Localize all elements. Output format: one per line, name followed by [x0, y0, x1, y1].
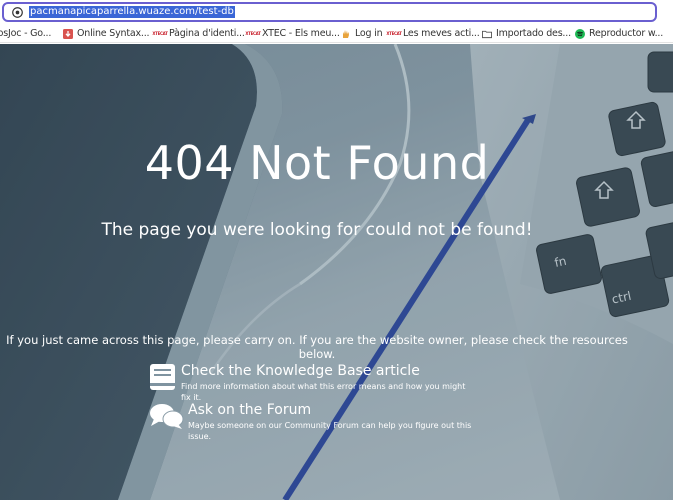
bookmark-item[interactable]: XTE CAT Pàgina d'identi... — [152, 26, 245, 41]
bookmark-item[interactable]: Reproductor w... — [575, 26, 663, 41]
bookmark-item[interactable]: XTE CAT XTEC - Els meu... — [245, 26, 340, 41]
bookmark-label: Pàgina d'identi... — [169, 28, 245, 39]
bookmark-item[interactable]: eosJoc - Go... — [0, 26, 51, 41]
forum-link[interactable]: Ask on the Forum — [188, 402, 478, 419]
url-text[interactable]: pacmanapicaparrella.wuaze.com/test-db — [29, 6, 235, 18]
resource-knowledge-base: Check the Knowledge Base article Find mo… — [149, 363, 471, 403]
bookmark-label: XTEC - Els meu... — [262, 28, 340, 39]
bookmark-item[interactable]: Online Syntax... — [63, 26, 150, 41]
spotify-icon — [575, 28, 585, 39]
page-subtitle: The page you were looking for could not … — [101, 220, 533, 240]
bookmark-label: Reproductor w... — [589, 28, 664, 39]
error-page: fn ctrl 404 Not Found The page you were … — [0, 44, 673, 500]
xtec-badge-icon: XTE CAT — [152, 31, 168, 36]
knowledge-base-link[interactable]: Check the Knowledge Base article — [181, 363, 471, 380]
bookmark-item[interactable]: XTE CAT Les meves acti... — [386, 26, 480, 41]
info-text: If you just came across this page, pleas… — [6, 333, 628, 361]
address-bar-row: pacmanapicaparrella.wuaze.com/test-db — [0, 0, 673, 24]
resource-text: Check the Knowledge Base article Find mo… — [181, 363, 471, 403]
book-icon — [149, 363, 177, 391]
hand-icon — [341, 29, 351, 39]
bookmark-label: Online Syntax... — [77, 28, 150, 39]
page-title: 404 Not Found — [144, 136, 490, 190]
bookmark-label: Les meves acti... — [403, 28, 480, 39]
xtec-badge-icon: XTE CAT — [386, 31, 402, 36]
knowledge-base-description: Find more information about what this er… — [181, 382, 466, 402]
address-bar[interactable]: pacmanapicaparrella.wuaze.com/test-db — [2, 2, 657, 22]
bookmark-label: Log in — [355, 28, 383, 39]
bookmark-item[interactable]: Importado des... — [482, 26, 571, 41]
bookmark-label: Importado des... — [496, 28, 571, 39]
resource-forum: Ask on the Forum Maybe someone on our Co… — [149, 402, 478, 442]
folder-icon — [482, 29, 492, 39]
site-info-icon[interactable] — [11, 6, 23, 18]
chat-bubbles-icon — [149, 402, 184, 430]
forum-description: Maybe someone on our Community Forum can… — [188, 421, 472, 441]
xtec-badge-icon: XTE CAT — [245, 31, 261, 36]
bookmark-label: eosJoc - Go... — [0, 28, 52, 39]
resource-text: Ask on the Forum Maybe someone on our Co… — [188, 402, 478, 442]
bookmark-item[interactable]: Log in — [341, 26, 383, 41]
download-arrow-icon — [63, 28, 73, 39]
bookmarks-bar: eosJoc - Go... Online Syntax... XTE CAT … — [0, 24, 673, 43]
